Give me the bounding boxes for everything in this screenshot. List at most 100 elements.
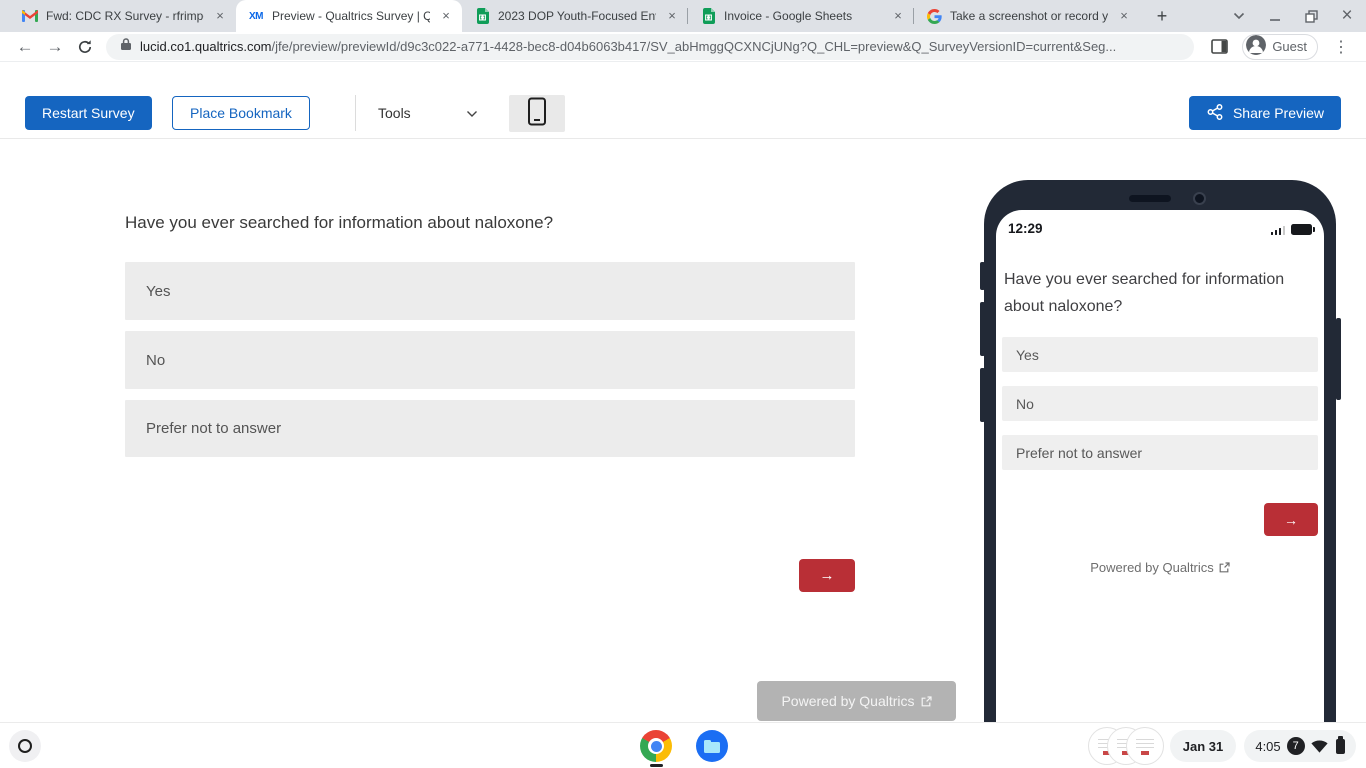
answer-option-prefer-not[interactable]: Prefer not to answer [125, 400, 855, 457]
tab-title: Fwd: CDC RX Survey - rfrimpon [46, 9, 204, 23]
tab-sheets-invoice[interactable]: Invoice - Google Sheets × [688, 0, 914, 32]
lock-icon [120, 37, 132, 56]
screenshot-thumbnail[interactable] [1126, 727, 1164, 765]
reload-icon[interactable] [70, 34, 100, 60]
tab-title: 2023 DOP Youth-Focused Env [498, 9, 656, 23]
next-button[interactable]: → [1264, 503, 1318, 536]
back-icon[interactable]: ← [10, 34, 40, 60]
gmail-icon [22, 8, 38, 24]
chevron-down-icon[interactable] [1226, 3, 1252, 29]
phone-camera [1193, 192, 1206, 205]
tab-title: Invoice - Google Sheets [724, 9, 882, 23]
powered-by-label: Powered by Qualtrics [781, 693, 914, 709]
close-icon[interactable]: × [1116, 8, 1132, 24]
phone-power-button [1336, 318, 1341, 400]
question-text: Have you ever searched for information a… [125, 213, 553, 233]
option-label: No [146, 352, 165, 369]
preview-header: Restart Survey Place Bookmark Tools Shar… [0, 62, 1366, 139]
close-icon[interactable]: × [664, 8, 680, 24]
battery-icon [1336, 739, 1345, 754]
mobile-device-icon [527, 97, 547, 131]
close-icon[interactable]: × [212, 8, 228, 24]
phone-mockup: 12:29 Have you ever searched for informa… [984, 180, 1336, 768]
clock: 4:05 [1255, 739, 1280, 754]
shelf: Jan 31 4:05 7 [0, 722, 1366, 768]
phone-speaker [1129, 195, 1171, 202]
answer-option-yes[interactable]: Yes [125, 262, 855, 320]
close-icon[interactable]: × [890, 8, 906, 24]
sheets-icon [700, 8, 716, 24]
active-app-indicator [650, 764, 663, 767]
restore-icon[interactable] [1298, 3, 1324, 29]
external-link-icon [1219, 562, 1230, 573]
close-window-icon[interactable]: × [1334, 3, 1360, 29]
tools-label: Tools [378, 105, 411, 121]
minimize-icon[interactable] [1262, 3, 1288, 29]
divider [355, 95, 356, 131]
address-bar[interactable]: lucid.co1.qualtrics.com/jfe/preview/prev… [106, 34, 1194, 60]
wifi-icon [1311, 740, 1328, 753]
option-label: No [1016, 396, 1034, 412]
kebab-menu-icon[interactable]: ⋮ [1326, 34, 1356, 60]
new-tab-button[interactable]: + [1148, 2, 1176, 30]
answer-option-no[interactable]: No [125, 331, 855, 389]
tab-title: Preview - Qualtrics Survey | Qu [272, 9, 430, 23]
phone-side-button [980, 368, 985, 422]
option-label: Prefer not to answer [1016, 445, 1142, 461]
status-tray[interactable]: 4:05 7 [1244, 730, 1356, 762]
option-label: Yes [1016, 347, 1039, 363]
forward-icon[interactable]: → [40, 34, 70, 60]
tote-screenshots[interactable] [1088, 727, 1166, 765]
answer-option-yes[interactable]: Yes [1002, 337, 1318, 372]
share-label: Share Preview [1233, 105, 1324, 121]
answer-option-prefer-not[interactable]: Prefer not to answer [1002, 435, 1318, 470]
tools-dropdown[interactable]: Tools [378, 96, 478, 130]
google-icon [926, 8, 942, 24]
battery-icon [1291, 224, 1312, 235]
answer-option-no[interactable]: No [1002, 386, 1318, 421]
mobile-view-toggle[interactable] [509, 95, 565, 132]
tab-screenshot-help[interactable]: Take a screenshot or record yo × [914, 0, 1140, 32]
files-app-icon[interactable] [696, 730, 728, 762]
phone-side-button [980, 302, 985, 356]
tab-gmail[interactable]: Fwd: CDC RX Survey - rfrimpon × [10, 0, 236, 32]
chevron-down-icon [466, 105, 478, 121]
browser-toolbar: ← → lucid.co1.qualtrics.com/jfe/preview/… [0, 32, 1366, 62]
phone-status-time: 12:29 [1008, 221, 1043, 236]
launcher-icon [18, 739, 32, 753]
option-label: Yes [146, 283, 170, 300]
phone-screen: 12:29 Have you ever searched for informa… [996, 210, 1324, 768]
next-button[interactable]: → [799, 559, 855, 592]
profile-label: Guest [1272, 39, 1307, 54]
window-controls: × [1226, 0, 1360, 32]
tab-strip: Fwd: CDC RX Survey - rfrimpon × XM Previ… [0, 0, 1366, 32]
folder-icon [704, 742, 720, 753]
tab-title: Take a screenshot or record yo [950, 9, 1108, 23]
powered-by-label: Powered by Qualtrics [1090, 560, 1214, 575]
powered-by-qualtrics[interactable]: Powered by Qualtrics [757, 681, 956, 721]
phone-status-icons [1271, 224, 1313, 235]
date-pill[interactable]: Jan 31 [1170, 730, 1236, 762]
signal-icon [1271, 226, 1286, 236]
notification-badge: 7 [1287, 737, 1305, 755]
chrome-icon[interactable] [640, 730, 672, 762]
phone-side-button [980, 262, 985, 290]
url-text: lucid.co1.qualtrics.com/jfe/preview/prev… [140, 39, 1116, 54]
profile-button[interactable]: Guest [1242, 34, 1318, 60]
restart-survey-button[interactable]: Restart Survey [25, 96, 152, 130]
tab-qualtrics-preview[interactable]: XM Preview - Qualtrics Survey | Qu × [236, 0, 462, 32]
side-panel-icon[interactable] [1204, 34, 1234, 60]
launcher-button[interactable] [9, 730, 41, 762]
place-bookmark-button[interactable]: Place Bookmark [172, 96, 310, 130]
external-link-icon [921, 696, 932, 707]
share-preview-button[interactable]: Share Preview [1189, 96, 1341, 130]
xm-icon: XM [248, 8, 264, 24]
avatar [1246, 35, 1266, 58]
tab-sheets-dop[interactable]: 2023 DOP Youth-Focused Env × [462, 0, 688, 32]
powered-by-qualtrics[interactable]: Powered by Qualtrics [996, 560, 1324, 575]
close-icon[interactable]: × [438, 8, 454, 24]
option-label: Prefer not to answer [146, 420, 281, 437]
sheets-icon [474, 8, 490, 24]
question-text: Have you ever searched for information a… [1004, 266, 1306, 320]
share-icon [1206, 103, 1224, 124]
